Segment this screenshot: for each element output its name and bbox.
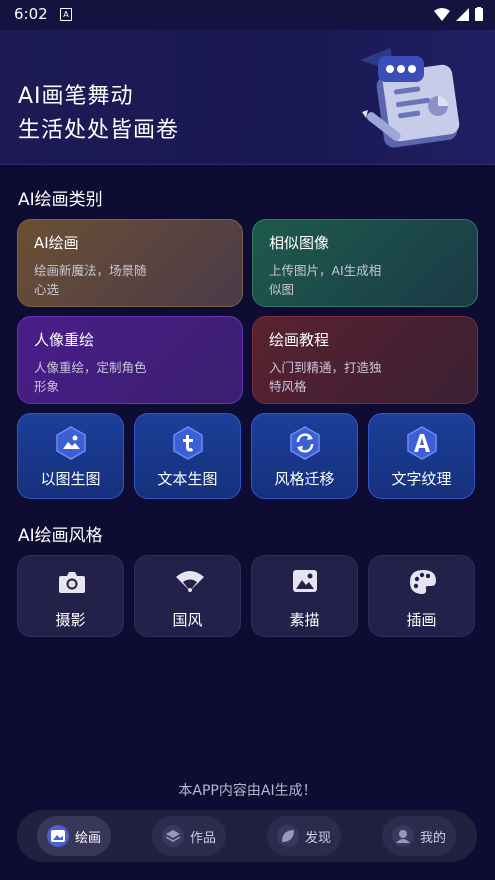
nav-label: 绘画: [74, 830, 101, 846]
tool-image-to-image[interactable]: 以图生图: [17, 413, 124, 499]
hero-title-line1: AI画笔舞动: [18, 84, 134, 109]
user-icon: [391, 825, 414, 847]
style-label: 插画: [406, 611, 437, 629]
categories-title: AI绘画类别: [18, 190, 103, 210]
notification-icon: A: [60, 8, 72, 21]
nav-label: 我的: [419, 830, 446, 846]
style-label: 摄影: [55, 611, 86, 629]
style-photography[interactable]: 摄影: [17, 555, 124, 637]
category-card-title: AI绘画: [34, 234, 79, 252]
picture-icon: [293, 570, 317, 592]
tool-text-to-image[interactable]: 文本生图: [134, 413, 241, 499]
style-label: 素描: [289, 611, 320, 629]
battery-icon: [475, 7, 483, 21]
style-sketch[interactable]: 素描: [251, 555, 358, 637]
ai-generated-notice: 本APP内容由AI生成！: [178, 783, 317, 799]
nav-tab-discover[interactable]: 发现: [267, 816, 341, 856]
style-illustration[interactable]: 插画: [368, 555, 475, 637]
hero-banner: AI画笔舞动 生活处处皆画卷: [0, 30, 495, 165]
nav-label: 作品: [189, 830, 216, 846]
letter-a-icon: [407, 426, 437, 460]
wifi-icon: [434, 7, 450, 21]
refresh-icon: [290, 426, 320, 460]
style-label: 国风: [172, 611, 203, 629]
category-card-desc: 入门到精通，打造独特风格: [269, 360, 382, 394]
category-card-desc: 绘画新魔法，场景随心选: [34, 263, 147, 297]
document-pencil-illustration: [360, 48, 460, 148]
text-t-icon: [173, 426, 203, 460]
bottom-nav: 绘画 作品 发现 我的: [17, 810, 477, 862]
category-card-title: 人像重绘: [34, 331, 95, 349]
tool-label: 以图生图: [40, 470, 101, 488]
category-card-title: 相似图像: [269, 234, 330, 252]
styles-title: AI绘画风格: [18, 526, 103, 546]
category-card-title: 绘画教程: [269, 331, 330, 349]
nav-tab-paint[interactable]: 绘画: [37, 816, 111, 856]
nav-tab-works[interactable]: 作品: [152, 816, 226, 856]
category-card-tutorial[interactable]: 绘画教程 入门到精通，打造独特风格: [252, 316, 478, 404]
camera-icon: [59, 572, 85, 593]
status-time: 6:02: [14, 5, 48, 23]
fan-icon: [176, 571, 204, 592]
category-card-similar-image[interactable]: 相似图像 上传图片，AI生成相似图: [252, 219, 478, 307]
tool-label: 文本生图: [157, 470, 218, 488]
category-card-desc: 上传图片，AI生成相似图: [269, 263, 382, 297]
system-icons: [434, 7, 483, 21]
tool-label: 文字纹理: [391, 470, 452, 488]
signal-icon: [456, 7, 469, 21]
palette-icon: [410, 570, 436, 594]
nav-label: 发现: [304, 830, 331, 846]
image-mountain-icon: [56, 426, 86, 460]
status-bar: 6:02 A: [0, 0, 495, 30]
tool-style-transfer[interactable]: 风格迁移: [251, 413, 358, 499]
layers-icon: [161, 825, 184, 847]
hero-title-line2: 生活处处皆画卷: [18, 118, 180, 143]
nav-tab-mine[interactable]: 我的: [382, 816, 456, 856]
style-chinese[interactable]: 国风: [134, 555, 241, 637]
category-card-ai-paint[interactable]: AI绘画 绘画新魔法，场景随心选: [17, 219, 243, 307]
leaf-icon: [276, 825, 299, 847]
category-card-desc: 人像重绘，定制角色形象: [34, 360, 147, 394]
category-card-portrait-redraw[interactable]: 人像重绘 人像重绘，定制角色形象: [17, 316, 243, 404]
tool-text-texture[interactable]: 文字纹理: [368, 413, 475, 499]
paint-icon: [46, 825, 69, 847]
tool-label: 风格迁移: [274, 470, 335, 488]
